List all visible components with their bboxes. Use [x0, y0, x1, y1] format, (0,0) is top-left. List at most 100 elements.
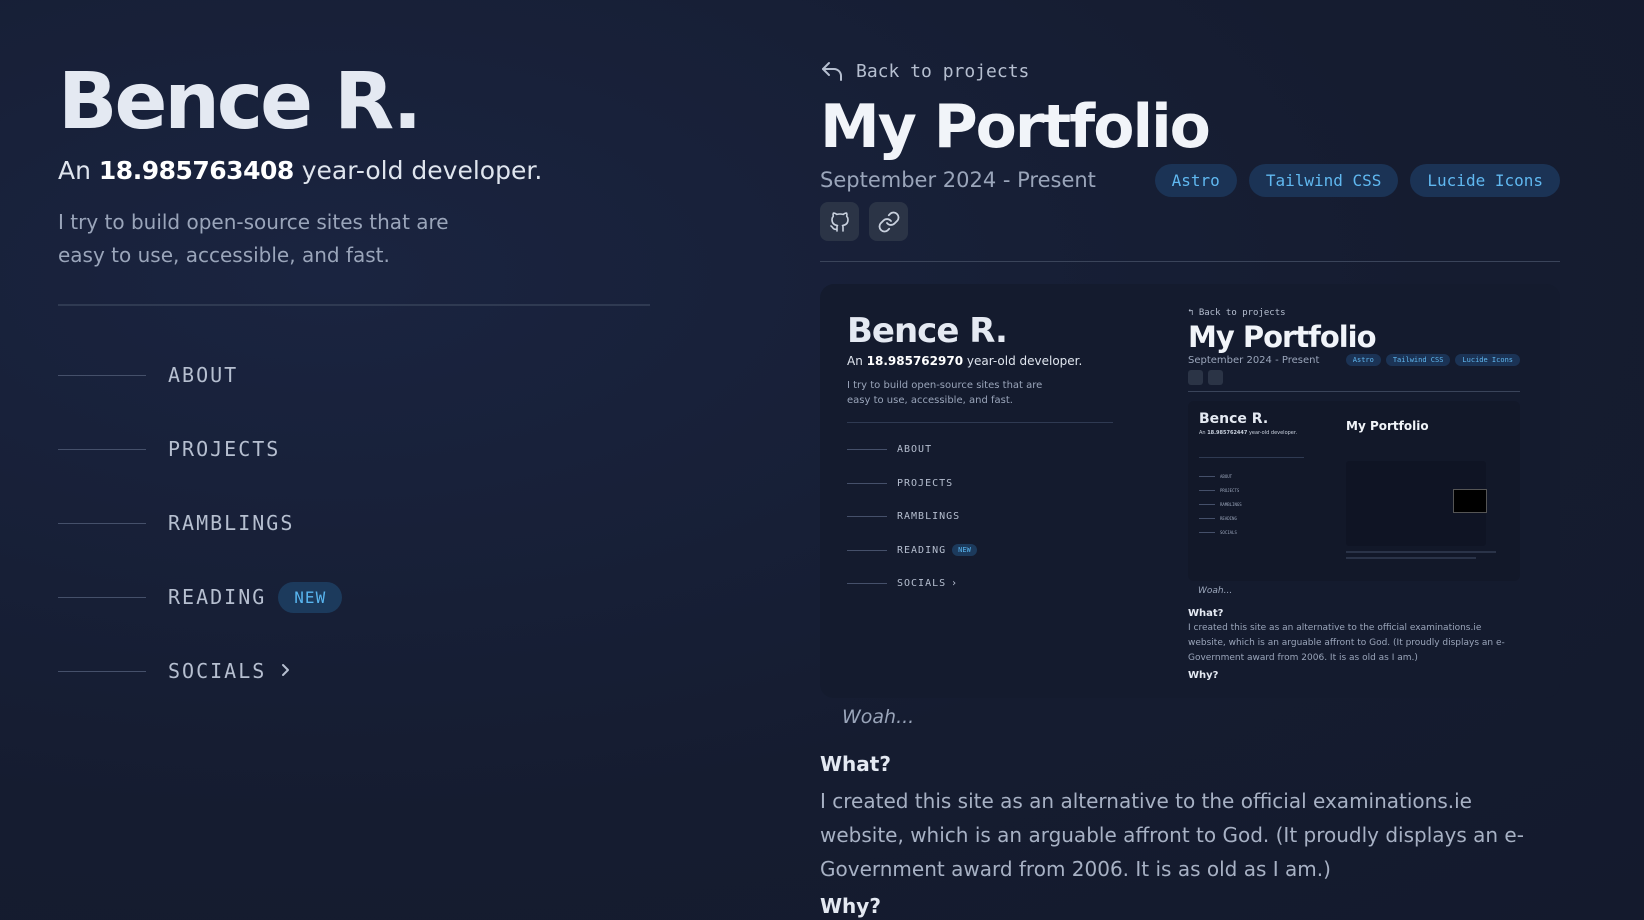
- nav-item-reading[interactable]: READING NEW: [58, 560, 650, 634]
- nested-nav-label: RAMBLINGS: [1220, 501, 1242, 507]
- preview-nav-line: [847, 449, 887, 451]
- nested-nav-item: PROJECTS: [1199, 483, 1309, 497]
- website-link-button[interactable]: [869, 202, 908, 241]
- preview-nested-screenshot: Bence R. An 18.985762447 year-old develo…: [1188, 401, 1520, 581]
- nested-nav-item: READING: [1199, 511, 1309, 525]
- profile-sidebar: Bence R. An 18.985763408 year-old develo…: [58, 52, 650, 708]
- chevron-right-icon: [280, 659, 292, 684]
- nav-indicator-line: [58, 522, 146, 524]
- preview-new-badge: NEW: [952, 544, 977, 557]
- preview-chevron-right-icon: ›: [952, 578, 957, 590]
- new-badge: NEW: [278, 581, 343, 613]
- preview-date: September 2024 - Present: [1188, 354, 1320, 366]
- intro-text: I try to build open-source sites that ar…: [58, 210, 449, 267]
- github-icon: [829, 211, 849, 232]
- preview-links: [1188, 370, 1520, 385]
- nested-nav-item: ABOUT: [1199, 469, 1309, 483]
- preview-intro: I try to build open-source sites that ar…: [847, 380, 1043, 406]
- preview-what-body: I created this site as an alternative to…: [1188, 623, 1505, 663]
- nested-nav-item: RAMBLINGS: [1199, 497, 1309, 511]
- age-counter: 18.985763408: [98, 156, 294, 185]
- link-icon: [878, 211, 899, 232]
- preview-nav-line: [847, 482, 887, 484]
- preview-nav-line: [847, 549, 887, 551]
- preview-nav-label: READING: [897, 544, 947, 556]
- preview-tagline: An 18.985762970 year-old developer.: [847, 354, 1083, 368]
- preview-divider: [847, 422, 1113, 423]
- project-screenshot: Bence R. An 18.985762970 year-old develo…: [820, 284, 1560, 698]
- project-meta: September 2024 - Present Astro Tailwind …: [820, 162, 1560, 198]
- back-label: Back to projects: [856, 60, 1030, 82]
- section-body-what: I created this site as an alternative to…: [820, 789, 1524, 881]
- preview-nav-label: ABOUT: [897, 444, 933, 456]
- nav-label: PROJECTS: [168, 437, 281, 461]
- nav-item-socials[interactable]: SOCIALS: [58, 634, 650, 708]
- nested-nav-line: [1199, 475, 1215, 477]
- nested-nav-label: READING: [1220, 515, 1237, 521]
- preview-what-heading: What?: [1188, 608, 1224, 619]
- nav-indicator-line: [58, 596, 146, 598]
- nested-site-title: Bence R.: [1199, 411, 1269, 427]
- preview-nav-item: ABOUT: [847, 433, 1113, 467]
- nav-indicator-line: [58, 448, 146, 450]
- tagline: An 18.985763408 year-old developer.: [58, 156, 543, 185]
- nav-indicator-line: [58, 374, 146, 376]
- back-to-projects-link[interactable]: Back to projects: [820, 56, 1560, 86]
- preview-content: ↰ Back to projects My Portfolio Septembe…: [1188, 308, 1520, 681]
- preview-nav-label: SOCIALS: [897, 578, 947, 590]
- preview-tag: Lucide Icons: [1455, 354, 1520, 366]
- preview-title: My Portfolio: [1188, 320, 1377, 354]
- nested-tagline: An 18.985762447 year-old developer.: [1199, 430, 1298, 436]
- nav-item-about[interactable]: ABOUT: [58, 338, 650, 412]
- nav-label: READING: [168, 585, 267, 609]
- preview-nav-label: RAMBLINGS: [897, 511, 961, 523]
- nested-nav: ABOUT PROJECTS RAMBLINGS READING SOCIALS: [1199, 469, 1309, 539]
- preview-nav-item: SOCIALS ›: [847, 567, 1113, 601]
- preview-divider: [1188, 391, 1520, 392]
- main-nav: ABOUT PROJECTS RAMBLINGS READING NEW SOC…: [58, 338, 650, 708]
- preview-meta: September 2024 - Present Astro Tailwind …: [1188, 354, 1520, 366]
- project-date: September 2024 - Present: [820, 168, 1096, 192]
- preview-github-icon: [1188, 370, 1203, 385]
- tag-tailwind: Tailwind CSS: [1248, 163, 1399, 197]
- nested-title: My Portfolio: [1346, 419, 1429, 433]
- project-title: My Portfolio: [820, 92, 1211, 162]
- back-arrow-icon: [822, 62, 842, 81]
- tech-tags: Astro Tailwind CSS Lucide Icons: [1154, 163, 1560, 197]
- section-heading-why: Why?: [820, 894, 881, 918]
- image-caption: Woah...: [842, 706, 915, 728]
- divider: [58, 304, 650, 306]
- tag-astro: Astro: [1154, 163, 1237, 197]
- nav-label: ABOUT: [168, 363, 239, 387]
- preview-site-title: Bence R.: [847, 311, 1008, 351]
- preview-nav-item: READING NEW: [847, 534, 1113, 568]
- github-link-button[interactable]: [820, 202, 859, 241]
- preview-why-heading: Why?: [1188, 670, 1219, 681]
- nested-nav-label: PROJECTS: [1220, 487, 1240, 493]
- nav-indicator-line: [58, 670, 146, 672]
- nested-nav-line: [1199, 489, 1215, 491]
- nested-nav-label: SOCIALS: [1220, 529, 1237, 535]
- nested-text-line: [1346, 551, 1496, 553]
- preview-caption: Woah...: [1198, 586, 1233, 596]
- divider: [820, 261, 1560, 262]
- project-detail: Back to projects My Portfolio September …: [820, 56, 1560, 918]
- preview-nav-line: [847, 516, 887, 518]
- preview-nav-line: [847, 583, 887, 585]
- preview-tag: Astro: [1345, 354, 1381, 366]
- nested-nav-line: [1199, 531, 1215, 533]
- preview-sidebar: Bence R. An 18.985762970 year-old develo…: [847, 310, 1113, 601]
- nav-label: SOCIALS: [168, 659, 267, 683]
- nav-item-ramblings[interactable]: RAMBLINGS: [58, 486, 650, 560]
- nav-item-projects[interactable]: PROJECTS: [58, 412, 650, 486]
- nested-divider: [1199, 457, 1304, 458]
- nested-nav-item: SOCIALS: [1199, 525, 1309, 539]
- site-title[interactable]: Bence R.: [58, 52, 650, 152]
- preview-tag: Tailwind CSS: [1385, 354, 1451, 366]
- tag-lucide: Lucide Icons: [1410, 163, 1560, 197]
- preview-nav-item: PROJECTS: [847, 467, 1113, 501]
- section-heading-what: What?: [820, 752, 891, 776]
- nested-text-line: [1346, 557, 1476, 559]
- preview-nav-item: RAMBLINGS: [847, 500, 1113, 534]
- preview-link-icon: [1208, 370, 1223, 385]
